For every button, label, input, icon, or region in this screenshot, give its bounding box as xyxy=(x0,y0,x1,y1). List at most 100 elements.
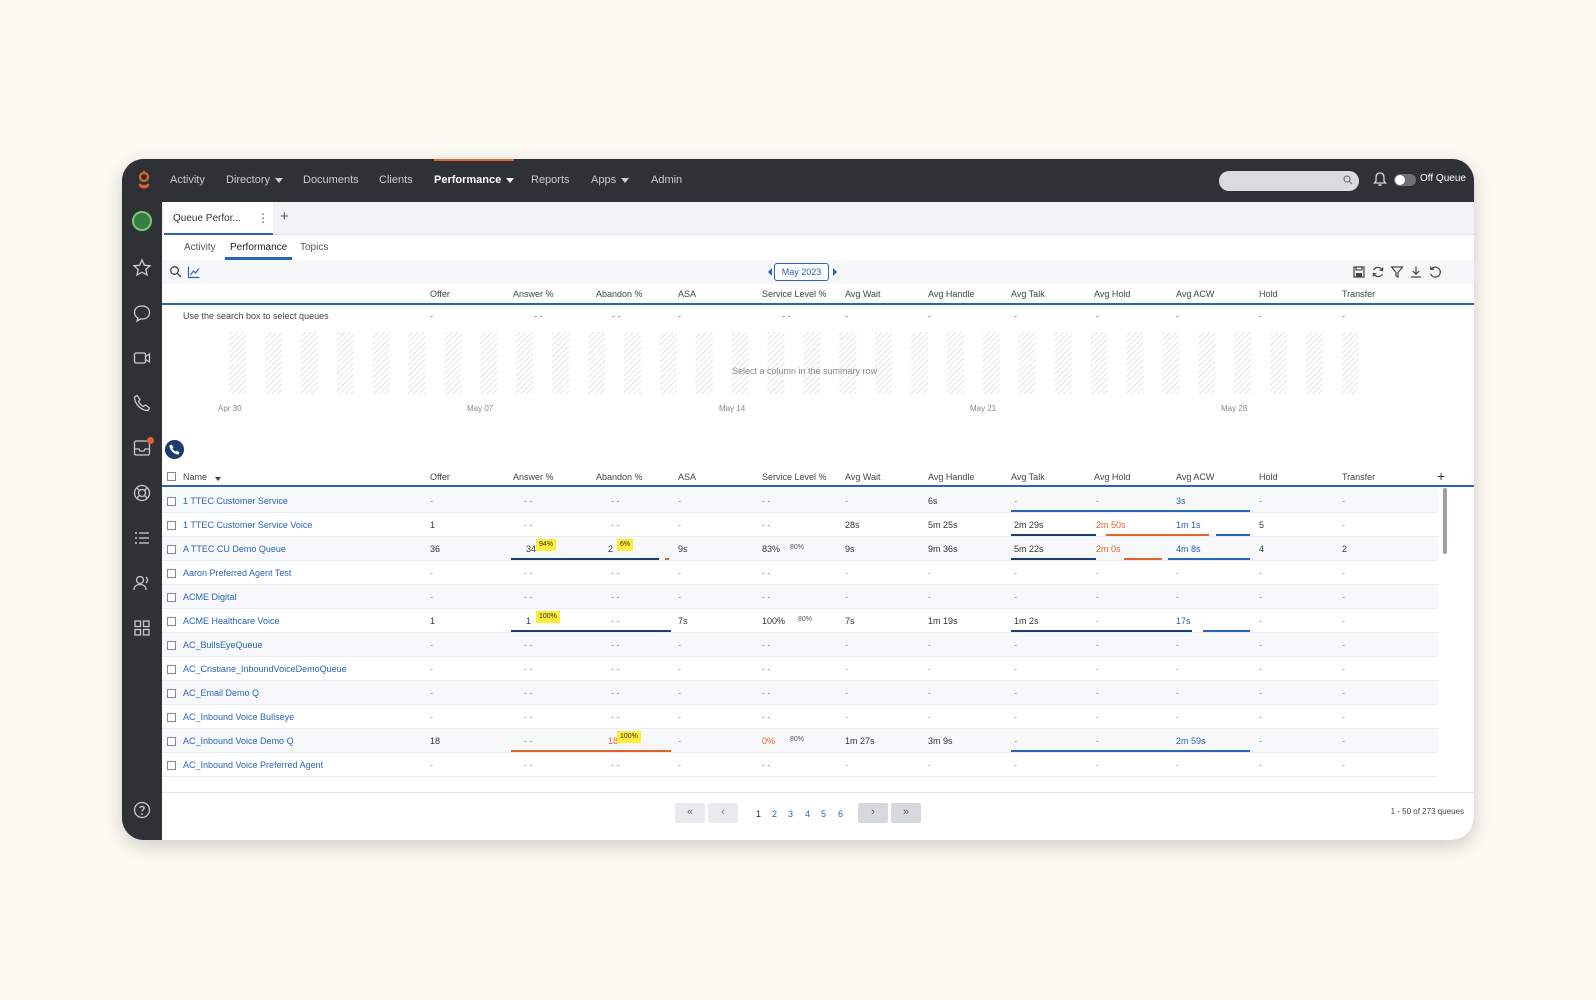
last-page-button[interactable]: » xyxy=(891,803,921,823)
col-header-avg-acw[interactable]: Avg ACW xyxy=(1176,289,1214,299)
nav-item-activity[interactable]: Activity xyxy=(170,174,205,186)
table-row[interactable]: ACME Healthcare Voice 1 1 - - 7s 100% 7s 1m 19s… xyxy=(162,609,1438,633)
row-checkbox[interactable] xyxy=(167,617,176,626)
list-icon[interactable] xyxy=(132,528,152,548)
queue-name-link[interactable]: ACME Healthcare Voice xyxy=(183,616,280,626)
table-row[interactable]: 1 TTEC Customer Service - - - - - - - - - 6s - - 3… xyxy=(162,489,1438,513)
summary-cell[interactable]: - xyxy=(1176,311,1179,321)
table-row[interactable]: Aaron Preferred Agent Test - - - - - - - - - - -… xyxy=(162,561,1438,585)
global-search-input[interactable] xyxy=(1219,171,1359,191)
col-header-avg-handle[interactable]: Avg Handle xyxy=(928,472,974,482)
queue-name-link[interactable]: Aaron Preferred Agent Test xyxy=(183,568,291,578)
star-icon[interactable] xyxy=(132,258,152,278)
col-header-avg-wait[interactable]: Avg Wait xyxy=(845,472,881,482)
col-header-avg-wait[interactable]: Avg Wait xyxy=(845,289,881,299)
page-1-link[interactable]: 1 xyxy=(756,809,761,819)
summary-cell[interactable]: - xyxy=(845,311,848,321)
previous-month-arrow-icon[interactable] xyxy=(768,268,772,276)
reset-icon[interactable] xyxy=(1428,265,1442,279)
support-icon[interactable] xyxy=(132,483,152,503)
summary-cell[interactable]: - - xyxy=(782,311,791,321)
table-row[interactable]: AC_BullsEyeQueue - - - - - - - - - - - - - - - xyxy=(162,633,1438,657)
prev-page-button[interactable]: ‹ xyxy=(708,803,738,823)
download-icon[interactable] xyxy=(1409,265,1423,279)
tab-menu-kebab-icon[interactable]: ⋮ xyxy=(257,211,269,225)
tab-queue-performance[interactable]: Queue Perfor... ⋮ xyxy=(164,202,273,235)
summary-cell[interactable]: - xyxy=(678,311,681,321)
col-header-hold[interactable]: Hold xyxy=(1259,289,1278,299)
nav-item-performance[interactable]: Performance xyxy=(434,159,515,186)
queue-name-link[interactable]: AC_Inbound Voice Preferred Agent xyxy=(183,760,323,770)
queue-name-link[interactable]: A TTEC CU Demo Queue xyxy=(183,544,286,554)
notifications-bell-icon[interactable] xyxy=(1372,171,1388,187)
table-row[interactable]: 1 TTEC Customer Service Voice 1 - - - - - - -… xyxy=(162,513,1438,537)
table-row[interactable]: AC_Inbound Voice Demo Q 18- -18-0% 1m 27s 3… xyxy=(162,729,1438,753)
col-header-service-level[interactable]: Service Level % xyxy=(762,472,827,482)
row-checkbox[interactable] xyxy=(167,593,176,602)
col-header-offer[interactable]: Offer xyxy=(430,472,450,482)
queue-name-link[interactable]: AC_Inbound Voice Demo Q xyxy=(183,736,294,746)
col-header-abandon[interactable]: Abandon % xyxy=(596,472,643,482)
queue-name-link[interactable]: AC_BullsEyeQueue xyxy=(183,640,263,650)
page-4-link[interactable]: 4 xyxy=(805,809,810,819)
col-header-avg-talk[interactable]: Avg Talk xyxy=(1011,289,1045,299)
row-checkbox[interactable] xyxy=(167,761,176,770)
summary-cell[interactable]: - xyxy=(1096,311,1099,321)
col-header-transfer[interactable]: Transfer xyxy=(1342,289,1375,299)
queue-name-link[interactable]: AC_Email Demo Q xyxy=(183,688,259,698)
row-checkbox[interactable] xyxy=(167,497,176,506)
row-checkbox[interactable] xyxy=(167,737,176,746)
nav-item-apps[interactable]: Apps xyxy=(591,174,630,186)
chart-toggle-icon[interactable] xyxy=(187,265,201,279)
save-icon[interactable] xyxy=(1352,265,1366,279)
summary-cell[interactable]: - xyxy=(928,311,931,321)
select-all-checkbox[interactable] xyxy=(167,472,176,481)
summary-cell[interactable]: - - xyxy=(534,311,543,321)
col-header-transfer[interactable]: Transfer xyxy=(1342,472,1375,482)
queue-name-link[interactable]: 1 TTEC Customer Service Voice xyxy=(183,520,312,530)
col-header-hold[interactable]: Hold xyxy=(1259,472,1278,482)
table-scrollbar[interactable] xyxy=(1443,488,1447,554)
table-row[interactable]: AC_Inbound Voice Bullseye - - - - - - - - - - - -… xyxy=(162,705,1438,729)
avatar[interactable] xyxy=(132,211,152,231)
nav-item-reports[interactable]: Reports xyxy=(531,174,570,186)
queue-name-link[interactable]: AC_Inbound Voice Bullseye xyxy=(183,712,294,722)
phone-queue-icon[interactable] xyxy=(165,440,184,459)
add-column-button[interactable]: + xyxy=(1437,468,1445,484)
row-checkbox[interactable] xyxy=(167,689,176,698)
next-month-arrow-icon[interactable] xyxy=(833,268,837,276)
table-row[interactable]: AC_Email Demo Q - - - - - - - - - - - - - - - xyxy=(162,681,1438,705)
col-header-name[interactable]: Name xyxy=(183,472,207,482)
row-checkbox[interactable] xyxy=(167,545,176,554)
summary-cell[interactable]: - xyxy=(1259,311,1262,321)
col-header-offer[interactable]: Offer xyxy=(430,289,450,299)
refresh-icon[interactable] xyxy=(1371,265,1385,279)
phone-icon[interactable] xyxy=(132,393,152,413)
page-2-link[interactable]: 2 xyxy=(772,809,777,819)
queue-name-link[interactable]: AC_Cristiane_InboundVoiceDemoQueue xyxy=(183,664,347,674)
row-checkbox[interactable] xyxy=(167,641,176,650)
page-6-link[interactable]: 6 xyxy=(838,809,843,819)
chat-icon[interactable] xyxy=(132,303,152,323)
people-icon[interactable] xyxy=(132,573,152,593)
month-picker[interactable]: May 2023 xyxy=(774,263,829,281)
summary-cell[interactable]: - xyxy=(1342,311,1345,321)
col-header-answer[interactable]: Answer % xyxy=(513,472,554,482)
row-checkbox[interactable] xyxy=(167,713,176,722)
col-header-abandon[interactable]: Abandon % xyxy=(596,289,643,299)
first-page-button[interactable]: « xyxy=(675,803,705,823)
subtab-topics[interactable]: Topics xyxy=(300,242,328,253)
search-icon[interactable] xyxy=(169,265,183,279)
col-header-avg-hold[interactable]: Avg Hold xyxy=(1094,472,1130,482)
help-icon[interactable] xyxy=(132,800,152,820)
queue-status-toggle[interactable] xyxy=(1394,174,1416,186)
summary-cell[interactable]: - xyxy=(430,311,433,321)
row-checkbox[interactable] xyxy=(167,521,176,530)
subtab-performance[interactable]: Performance xyxy=(230,242,287,253)
table-row[interactable]: A TTEC CU Demo Queue 36 34 2 9s 83% 9s 9m 36s 5m… xyxy=(162,537,1438,561)
row-checkbox[interactable] xyxy=(167,569,176,578)
video-icon[interactable] xyxy=(132,348,152,368)
table-row[interactable]: AC_Inbound Voice Preferred Agent - - - - - -… xyxy=(162,753,1438,777)
summary-row[interactable]: Use the search box to select queues - - … xyxy=(162,304,1474,328)
queue-name-link[interactable]: 1 TTEC Customer Service xyxy=(183,496,288,506)
